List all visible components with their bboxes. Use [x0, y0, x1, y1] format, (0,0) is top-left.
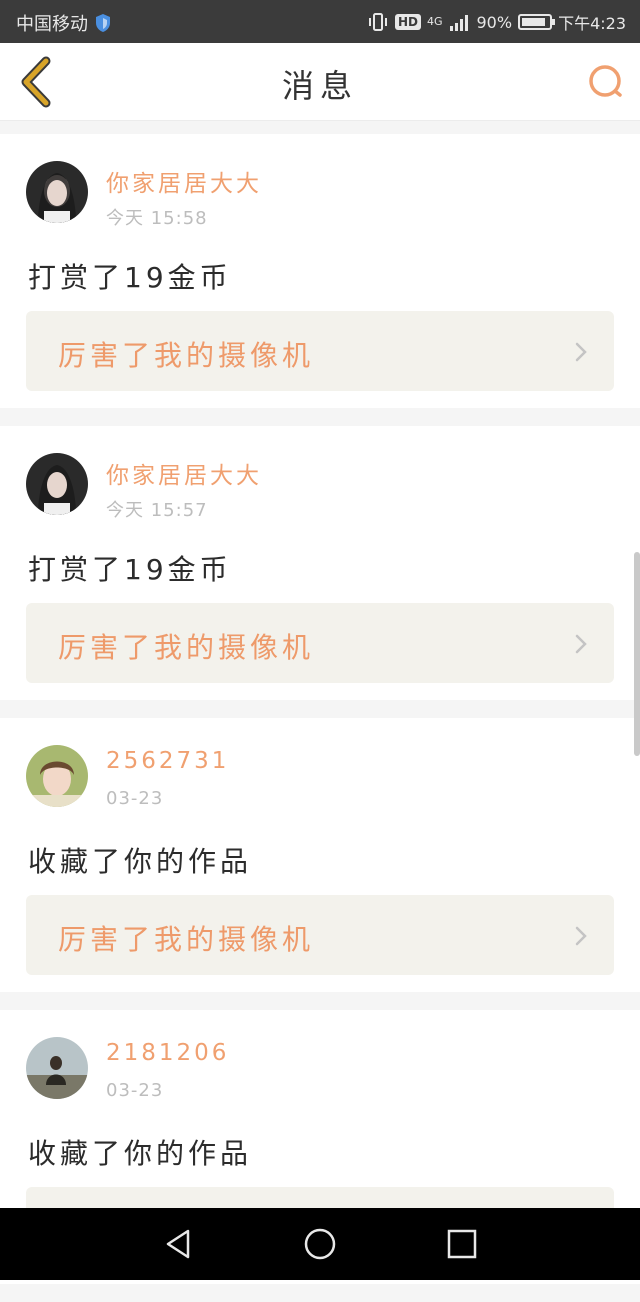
message-card: 你家居居大大 今天 15:58 打赏了19金币 厉害了我的摄像机: [0, 134, 640, 408]
message-action: 打赏了19金币: [28, 261, 232, 294]
status-bar: 中国移动 HD 4G 90% 下午4:23: [0, 0, 640, 43]
signal-icon: [449, 15, 468, 31]
page-title: 消息: [281, 67, 358, 105]
scrollbar[interactable]: [634, 552, 640, 756]
app-header: 消息: [0, 43, 640, 121]
search-icon[interactable]: [586, 61, 626, 101]
shield-icon: [96, 14, 110, 32]
message-time: 今天 15:58: [106, 208, 208, 229]
vibrate-icon: [368, 13, 387, 31]
message-time: 03-23: [106, 1080, 164, 1101]
work-link[interactable]: 厉害了我的摄像机: [26, 311, 614, 391]
triangle-back-icon[interactable]: [160, 1226, 196, 1262]
circle-home-icon[interactable]: [302, 1226, 338, 1262]
chevron-right-icon: [575, 342, 587, 362]
carrier-label: 中国移动: [16, 14, 88, 35]
work-title: 厉害了我的摄像机: [58, 339, 315, 372]
avatar[interactable]: [26, 161, 88, 223]
message-card: 2562731 03-23 收藏了你的作品 厉害了我的摄像机: [0, 718, 640, 992]
chevron-right-icon: [575, 634, 587, 654]
sender-name[interactable]: 你家居居大大: [106, 164, 262, 198]
sender-name[interactable]: 2562731: [106, 748, 229, 774]
system-nav-bar: [0, 1208, 640, 1280]
battery-icon: [518, 14, 556, 30]
chevron-right-icon: [575, 926, 587, 946]
work-link[interactable]: 厉害了我的摄像机: [26, 603, 614, 683]
work-title: 厉害了我的摄像机: [58, 631, 315, 664]
message-time: 03-23: [106, 788, 164, 809]
message-action: 打赏了19金币: [28, 553, 232, 586]
work-title: 厉害了我的摄像机: [58, 923, 315, 956]
avatar[interactable]: [26, 453, 88, 515]
network-type: 4G: [426, 15, 443, 28]
sender-name[interactable]: 你家居居大大: [106, 456, 262, 490]
sender-name[interactable]: 2181206: [106, 1040, 229, 1066]
message-action: 收藏了你的作品: [28, 845, 253, 878]
avatar[interactable]: [26, 745, 88, 807]
work-link[interactable]: 厉害了我的摄像机: [26, 895, 614, 975]
square-recent-icon[interactable]: [444, 1226, 480, 1262]
message-action: 收藏了你的作品: [28, 1137, 253, 1170]
message-card: 你家居居大大 今天 15:57 打赏了19金币 厉害了我的摄像机: [0, 426, 640, 700]
battery-percent: 90%: [476, 12, 513, 32]
message-time: 今天 15:57: [106, 500, 208, 521]
avatar[interactable]: [26, 1037, 88, 1099]
hd-icon: HD: [394, 14, 421, 30]
clock: 下午4:23: [558, 14, 626, 33]
message-list: 你家居居大大 今天 15:58 打赏了19金币 厉害了我的摄像机 你家居居大大 …: [0, 134, 640, 1302]
